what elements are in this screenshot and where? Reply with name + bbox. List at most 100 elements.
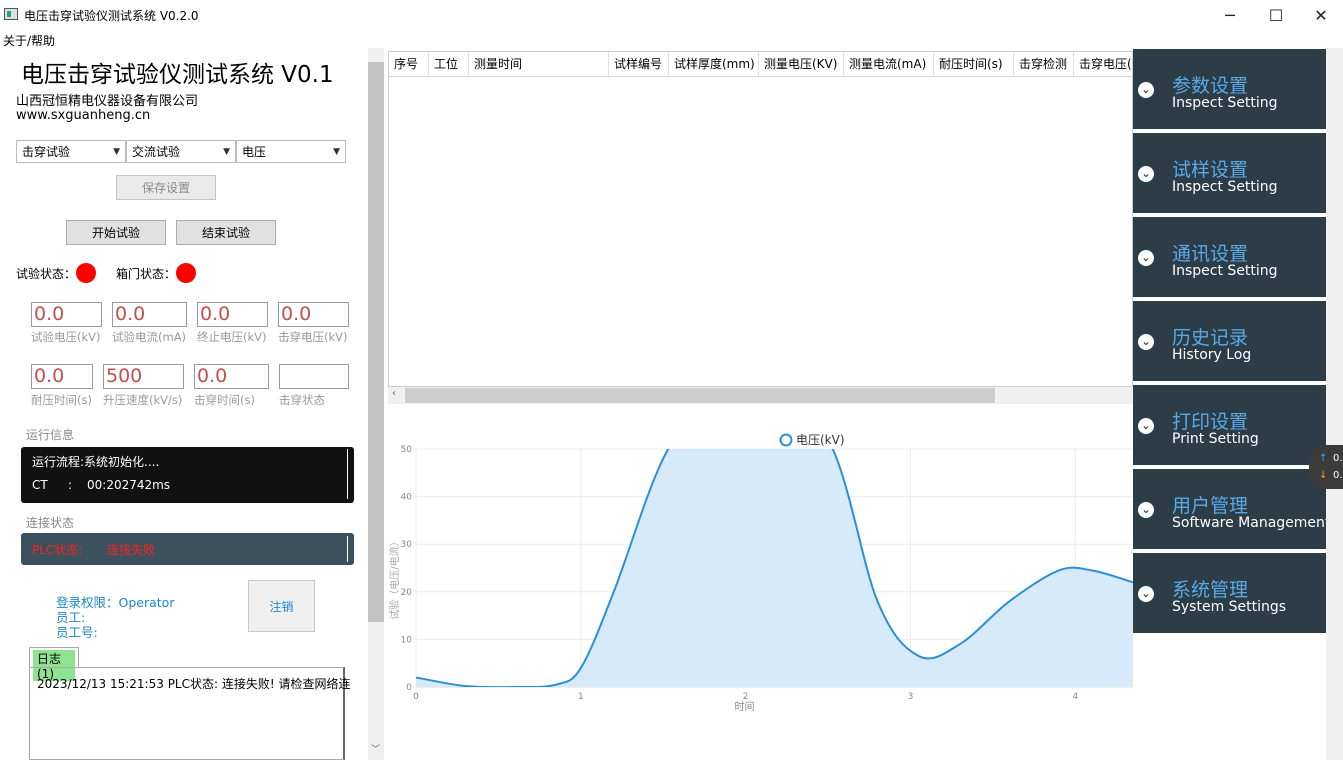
nav-parameter-settings[interactable]: ⌄ 参数设置 Inspect Setting — [1133, 49, 1326, 129]
column-header[interactable]: 测量电流(mA) — [844, 52, 934, 76]
company-name: 山西冠恒精电仪器设备有限公司 — [16, 94, 199, 109]
nav-title-zh: 历史记录 — [1172, 327, 1249, 349]
right-scrollbar[interactable] — [1326, 48, 1343, 760]
nav-history-log[interactable]: ⌄ 历史记录 History Log — [1133, 301, 1326, 381]
door-status-indicator — [176, 263, 196, 283]
legend-marker — [779, 433, 793, 447]
start-test-button[interactable]: 开始试验 — [66, 220, 166, 245]
series-area — [416, 449, 1133, 687]
log-tab[interactable]: 日志(1) — [29, 647, 79, 681]
arrow-down-icon: ↓ — [1319, 470, 1328, 481]
y-tick-label: 10 — [401, 635, 413, 645]
nav-title-en: Print Setting — [1172, 431, 1259, 447]
test-type-select[interactable]: 击穿试验 ▼ — [16, 140, 126, 163]
menu-about-help[interactable]: 关于/帮助 — [3, 32, 55, 49]
scroll-down-icon[interactable]: ﹀ — [371, 742, 380, 755]
table-header: 序号 工位 测量时间 试样编号 试样厚度(mm) 测量电压(KV) 测量电流(m… — [389, 52, 1132, 77]
nav-title-zh: 参数设置 — [1172, 75, 1249, 97]
role-value: Operator — [118, 595, 175, 610]
nav-title-zh: 用户管理 — [1172, 495, 1249, 517]
nav-title-en: Inspect Setting — [1172, 263, 1278, 279]
breakdown-status-value — [279, 364, 349, 389]
stop-voltage-value: 0.0 — [197, 302, 268, 327]
run-flow-text: 运行流程:系统初始化.... — [32, 455, 160, 469]
results-table[interactable]: 序号 工位 测量时间 试样编号 试样厚度(mm) 测量电压(KV) 测量电流(m… — [388, 51, 1133, 387]
app-icon — [4, 8, 18, 20]
breakdown-time-label: 击穿时间(s) — [194, 393, 255, 407]
column-header[interactable]: 试样编号 — [609, 52, 669, 76]
scrollbar-thumb[interactable] — [405, 388, 995, 403]
voltage-chart: 0 10 20 30 40 50 0 1 2 3 4 电压(kV) 时间 试验（电压/电流） — [388, 433, 1133, 713]
close-button[interactable]: ✕ — [1298, 0, 1343, 30]
column-header[interactable]: 测量时间 — [469, 52, 609, 76]
x-tick-label: 0 — [413, 692, 419, 702]
column-header[interactable]: 测量电压(KV) — [759, 52, 844, 76]
chevron-down-icon: ▼ — [113, 146, 120, 157]
measure-mode-value: 电压 — [242, 145, 267, 159]
nav-communication-settings[interactable]: ⌄ 通讯设置 Inspect Setting — [1133, 217, 1326, 297]
log-panel: 2023/12/13 15:21:53 PLC状态: 连接失败! 请检查网络连 — [29, 667, 350, 760]
network-speed-widget: ↑ 0. ↓ 0. — [1309, 445, 1343, 489]
column-header[interactable]: 工位 — [429, 52, 469, 76]
y-tick-label: 50 — [401, 445, 413, 455]
nav-print-settings[interactable]: ⌄ 打印设置 Print Setting — [1133, 385, 1326, 465]
chevron-down-icon: ▼ — [333, 146, 340, 157]
test-current-value: 0.0 — [112, 302, 187, 327]
breakdown-time-value: 0.0 — [194, 364, 269, 389]
nav-title-en: Software Management — [1172, 515, 1331, 531]
nav-system-management[interactable]: ⌄ 系统管理 System Settings — [1133, 553, 1326, 633]
chevron-down-icon: ⌄ — [1138, 250, 1154, 266]
download-speed: 0. — [1333, 470, 1343, 481]
measure-mode-select[interactable]: 电压 ▼ — [236, 140, 346, 163]
current-type-value: 交流试验 — [132, 145, 181, 159]
connection-label: 连接状态 — [26, 516, 75, 530]
nav-sample-settings[interactable]: ⌄ 试样设置 Inspect Setting — [1133, 133, 1326, 213]
scrollbar-thumb[interactable] — [368, 62, 384, 622]
logout-button[interactable]: 注销 — [248, 580, 315, 632]
scroll-left-icon[interactable]: ‹ — [392, 388, 396, 399]
connection-panel: PLC状态: 连接失败 — [21, 533, 354, 565]
y-axis-label: 试验（电压/电流） — [388, 536, 401, 619]
current-type-select[interactable]: 交流试验 ▼ — [126, 140, 236, 163]
run-info-label: 运行信息 — [26, 428, 75, 442]
upload-speed: 0. — [1333, 453, 1343, 464]
door-status-label: 箱门状态： — [116, 267, 177, 281]
end-test-button[interactable]: 结束试验 — [176, 220, 276, 245]
y-tick-label: 20 — [401, 588, 413, 598]
panel-divider — [347, 449, 348, 499]
nav-title-en: System Settings — [1172, 599, 1287, 615]
test-status-label: 试验状态： — [16, 267, 77, 281]
test-voltage-value: 0.0 — [31, 302, 102, 327]
nav-title-zh: 打印设置 — [1172, 411, 1249, 433]
column-header[interactable]: 序号 — [389, 52, 429, 76]
x-tick-label: 1 — [578, 692, 584, 702]
y-tick-label: 0 — [406, 683, 412, 693]
log-entry: 2023/12/13 15:21:53 PLC状态: 连接失败! 请检查网络连 — [37, 677, 351, 691]
column-header[interactable]: 耐压时间(s) — [934, 52, 1014, 76]
chevron-down-icon: ⌄ — [1138, 502, 1154, 518]
test-status-indicator — [76, 263, 96, 283]
plc-status-label: PLC状态: — [32, 543, 83, 557]
panel-divider — [347, 536, 348, 562]
maximize-button[interactable]: ☐ — [1253, 0, 1299, 30]
chevron-down-icon: ⌄ — [1138, 82, 1154, 98]
test-voltage-label: 试验电压(kV) — [31, 330, 101, 344]
x-tick-label: 3 — [908, 692, 914, 702]
column-header[interactable]: 击穿电压( — [1074, 52, 1132, 76]
column-header[interactable]: 击穿检测 — [1014, 52, 1074, 76]
nav-title-en: History Log — [1172, 347, 1252, 363]
y-tick-label: 40 — [401, 493, 413, 503]
website-url: www.sxguanheng.cn — [16, 108, 151, 123]
column-header[interactable]: 试样厚度(mm) — [669, 52, 759, 76]
chevron-down-icon: ▼ — [223, 146, 230, 157]
nav-user-management[interactable]: ⌄ 用户管理 Software Management — [1133, 469, 1330, 549]
stop-voltage-label: 终止电压(kV) — [197, 330, 267, 344]
chevron-down-icon: ⌄ — [1138, 334, 1154, 350]
minimize-button[interactable]: ─ — [1207, 0, 1253, 30]
save-settings-button[interactable]: 保存设置 — [116, 175, 216, 200]
ct-label: CT — [32, 478, 48, 492]
legend-label: 电压(kV) — [796, 433, 845, 447]
app-title: 电压击穿试验仪测试系统 V0.1 — [21, 62, 334, 88]
arrow-up-icon: ↑ — [1319, 453, 1328, 464]
ct-value: 00:202742ms — [87, 478, 171, 492]
